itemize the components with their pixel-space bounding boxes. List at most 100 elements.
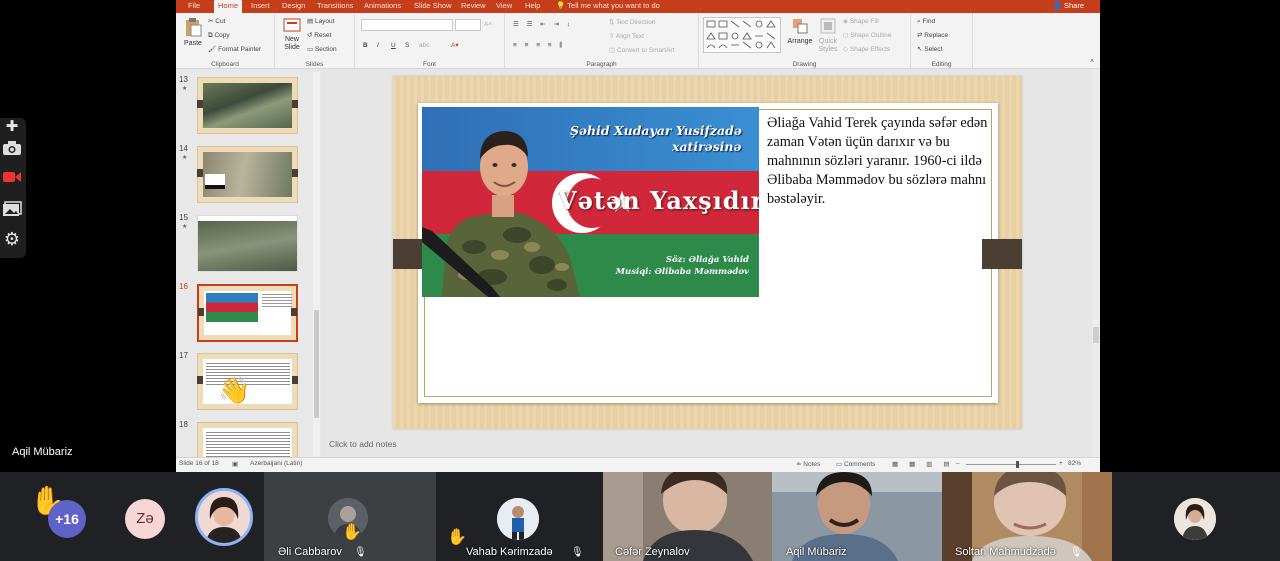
comment-icon: ▭ xyxy=(836,461,844,468)
shape-effects-button[interactable]: ◇ Shape Effects xyxy=(843,45,890,54)
layout-button[interactable]: ▤ Layout xyxy=(307,17,334,26)
font-color-icon[interactable]: A▾ xyxy=(451,41,459,50)
floating-toolbar: ✚ ⚙ xyxy=(0,118,26,258)
reset-button[interactable]: ↺ Reset xyxy=(307,31,331,40)
new-slide-button[interactable]: New Slide xyxy=(281,17,303,52)
slide-body-text[interactable]: Əliağa Vahid Terek çayında səfər edən za… xyxy=(767,114,989,209)
tab-view[interactable]: View xyxy=(496,0,512,13)
shapes-gallery[interactable] xyxy=(703,17,781,53)
cut-button[interactable]: ✂ Cut xyxy=(208,17,225,26)
comments-label: Comments xyxy=(843,461,876,468)
participant-avatar-initials[interactable]: Zə xyxy=(125,499,165,539)
mic-off-icon: 🎙 xyxy=(354,547,367,558)
text-shadow-button[interactable]: abc xyxy=(419,41,429,50)
tab-animations[interactable]: Animations xyxy=(364,0,401,13)
paste-icon xyxy=(186,18,202,37)
tab-transitions[interactable]: Transitions xyxy=(317,0,353,13)
gallery-icon[interactable] xyxy=(2,201,22,219)
font-family-select[interactable] xyxy=(361,19,453,31)
poster-dedication-line1: Şəhid Xudayar Yusifzadə xyxy=(570,123,742,138)
view-buttons[interactable]: ▦▦▥▤ xyxy=(892,460,961,468)
editor-scrollbar[interactable] xyxy=(1092,69,1100,457)
camera-icon[interactable] xyxy=(2,140,22,158)
tab-file[interactable]: File xyxy=(188,0,200,13)
zoom-slider[interactable] xyxy=(966,464,1056,465)
slide-thumbnail-16[interactable] xyxy=(197,284,298,342)
presenter-name-label: Aqil Mübariz xyxy=(12,446,73,458)
align-icons[interactable]: ≡ ≡ ≡ ≡ ⫼ xyxy=(513,41,565,50)
convert-smartart-label: Convert to SmartArt xyxy=(616,47,675,54)
gear-icon[interactable]: ⚙ xyxy=(2,230,22,248)
scrollbar-thumb[interactable] xyxy=(314,310,319,418)
participant-tile[interactable]: Soltan Mahmudzadə 🎙 xyxy=(942,472,1112,561)
zoom-slider-thumb[interactable] xyxy=(1016,461,1019,468)
paste-button[interactable]: Paste xyxy=(182,17,204,48)
notes-toggle[interactable]: ≐ Notes xyxy=(796,460,820,468)
participant-tile[interactable]: Aqil Mübariz xyxy=(772,472,942,561)
share-label: Share xyxy=(1063,1,1084,10)
tell-me-search[interactable]: 💡 Tell me what you want to do xyxy=(556,0,660,12)
comments-toggle[interactable]: ▭ Comments xyxy=(836,460,875,468)
copy-button[interactable]: ⧉ Copy xyxy=(208,31,230,40)
status-bar: Slide 16 of 18 ▣ Azerbaijani (Latin) ≐ N… xyxy=(176,457,1100,472)
tab-design[interactable]: Design xyxy=(282,0,305,13)
convert-smartart-button[interactable]: ◫ Convert to SmartArt xyxy=(609,46,674,55)
underline-button[interactable]: U xyxy=(391,41,396,50)
cut-label: Cut xyxy=(215,18,226,25)
zoom-out-icon[interactable]: – xyxy=(956,460,960,467)
participant-tile[interactable]: ✋ Əli Cabbarov 🎙 xyxy=(264,472,436,561)
list-icons[interactable]: ☰ ☰ ⇤ ⇥ ↕ xyxy=(513,20,573,29)
self-view-avatar[interactable] xyxy=(1174,498,1216,540)
slide-thumbnail-15[interactable] xyxy=(197,215,298,272)
zoom-level[interactable]: 82% xyxy=(1068,460,1081,467)
record-video-icon[interactable] xyxy=(2,170,22,188)
paragraph-label: Paragraph xyxy=(586,61,617,68)
find-button[interactable]: ⌕ Find xyxy=(917,17,935,26)
participant-tile[interactable]: ✋ Vahab Kərimzadə 🎙 xyxy=(437,472,603,561)
select-button[interactable]: ↖ Select xyxy=(917,45,942,54)
shape-outline-button[interactable]: ◻ Shape Outline xyxy=(843,31,891,40)
font-size-select[interactable] xyxy=(455,19,481,31)
notes-placeholder[interactable]: Click to add notes xyxy=(329,439,397,449)
italic-button[interactable]: I xyxy=(377,41,379,50)
share-button[interactable]: 👤 Share xyxy=(1053,0,1084,12)
spellcheck-icon[interactable]: ▣ xyxy=(232,460,238,468)
slide-thumbnail-14[interactable] xyxy=(197,146,298,203)
align-text-icon: ⇳ xyxy=(609,33,616,40)
shape-fill-label: Shape Fill xyxy=(849,18,879,25)
replace-button[interactable]: ⇄ Replace xyxy=(917,31,948,40)
thumbnails-scrollbar[interactable] xyxy=(313,72,320,456)
align-text-button[interactable]: ⇳ Align Text xyxy=(609,32,644,41)
tab-help[interactable]: Help xyxy=(525,0,540,13)
tab-home[interactable]: Home xyxy=(214,0,243,13)
poster-credit-music: Musiqi: Əlibaba Məmmədov xyxy=(615,267,749,277)
tab-insert[interactable]: Insert xyxy=(251,0,270,13)
shape-effects-label: Shape Effects xyxy=(849,46,891,53)
format-painter-button[interactable]: 🖌 Format Painter xyxy=(208,45,261,54)
section-button[interactable]: ▭ Section xyxy=(307,45,337,54)
editing-label: Editing xyxy=(931,61,952,68)
collapse-ribbon-icon[interactable]: ˄ xyxy=(1090,57,1094,66)
format-painter-label: Format Painter xyxy=(218,46,262,53)
thumb-text xyxy=(262,294,292,308)
text-direction-button[interactable]: ⇅ Text Direction xyxy=(609,18,656,27)
language-status[interactable]: Azerbaijani (Latin) xyxy=(250,460,302,467)
scrollbar-thumb[interactable] xyxy=(1093,327,1099,343)
bold-button[interactable]: B xyxy=(363,41,368,50)
quick-styles-button[interactable]: Quick Styles xyxy=(815,17,841,54)
current-slide[interactable]: Şəhid Xudayar Yusifzadə xatirəsinə Vətən… xyxy=(393,76,1022,429)
tell-me-label: Tell me what you want to do xyxy=(567,1,660,10)
slide-thumbnail-18[interactable] xyxy=(197,422,298,457)
zoom-in-icon[interactable]: + xyxy=(1059,460,1063,467)
tab-review[interactable]: Review xyxy=(461,0,486,13)
shape-fill-button[interactable]: ◈ Shape Fill xyxy=(843,17,879,26)
arrange-button[interactable]: Arrange xyxy=(785,17,815,46)
pointer-icon[interactable]: ✚ xyxy=(2,118,22,136)
strikethrough-button[interactable]: S xyxy=(405,41,409,50)
slide-thumbnail-13[interactable] xyxy=(197,77,298,134)
font-grow-icon[interactable]: A˄ xyxy=(484,20,492,29)
more-participants-badge[interactable]: +16 xyxy=(48,500,86,538)
tab-slide-show[interactable]: Slide Show xyxy=(414,0,452,13)
participant-tile[interactable]: Cəfər Zeynalov xyxy=(603,472,772,561)
participant-avatar-photo[interactable] xyxy=(195,488,253,546)
